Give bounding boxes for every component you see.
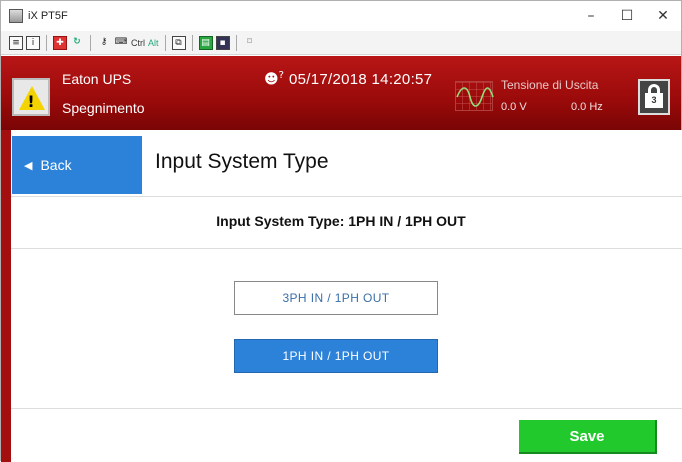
back-label: Back — [40, 157, 72, 173]
save-icon[interactable]: ▪ — [215, 35, 230, 50]
ctrl-key-button[interactable]: Ctrl — [131, 38, 145, 48]
lock-icon — [648, 84, 660, 96]
toolbar-separator — [90, 34, 91, 51]
output-frequency: 0.0 Hz — [571, 101, 603, 113]
output-voltage: 0.0 V — [501, 101, 527, 113]
window-title: iX PT5F — [28, 10, 68, 22]
toolbar-separator — [235, 34, 237, 51]
divider — [11, 196, 682, 197]
back-button[interactable]: ◀ Back — [12, 136, 142, 194]
toolbar-separator — [46, 34, 47, 51]
device-status: Spegnimento — [62, 100, 145, 116]
divider — [11, 408, 682, 409]
copy-icon[interactable]: ⧉ — [171, 35, 186, 50]
maximize-button[interactable]: ☐ — [609, 1, 645, 31]
nav-row: ◀ Back Input System Type — [11, 130, 682, 196]
keys-icon[interactable]: ⚷ — [97, 36, 111, 50]
refresh-icon[interactable]: ↻ — [70, 36, 84, 50]
app-window: iX PT5F – ☐ ✕ ≡ i ✚ ↻ ⚷ ⌨ Ctrl Alt ⧉ ▤ ▪… — [0, 0, 682, 462]
toolbar-separator — [164, 34, 166, 51]
main-content: ◀ Back Input System Type Input System Ty… — [11, 130, 682, 462]
app-icon — [9, 9, 23, 23]
title-bar: iX PT5F – ☐ ✕ — [1, 1, 681, 31]
print-icon[interactable]: ▤ — [198, 35, 213, 50]
alarm-user-icon[interactable]: ☻? — [264, 70, 284, 88]
page-title: Input System Type — [155, 150, 329, 173]
properties-icon[interactable]: ≡ — [9, 35, 23, 50]
alt-key-button[interactable]: Alt — [148, 38, 159, 48]
alarm-badge: ? — [278, 70, 284, 81]
save-button[interactable]: Save — [519, 420, 657, 454]
toolbar-separator — [191, 34, 193, 51]
status-header: ! Eaton UPS Spegnimento ☻? 05/17/2018 14… — [1, 56, 681, 130]
sine-wave-icon — [455, 81, 494, 111]
frame-border — [1, 130, 11, 462]
lock-button[interactable]: 3 — [638, 79, 670, 115]
network-icon[interactable]: ✚ — [53, 35, 67, 50]
warning-mark: ! — [27, 92, 35, 111]
close-button[interactable]: ✕ — [645, 1, 681, 31]
option-1ph-in-1ph-out-button[interactable]: 1PH IN / 1PH OUT — [234, 339, 438, 373]
warning-button[interactable]: ! — [12, 78, 50, 116]
divider — [11, 248, 682, 249]
option-3ph-in-1ph-out-button[interactable]: 3PH IN / 1PH OUT — [234, 281, 438, 315]
minimize-button[interactable]: – — [573, 1, 609, 31]
device-name: Eaton UPS — [62, 71, 132, 87]
current-setting-text: Input System Type: 1PH IN / 1PH OUT — [216, 213, 466, 229]
back-arrow-icon: ◀ — [24, 158, 33, 172]
info-icon[interactable]: i — [26, 35, 40, 50]
toolbar: ≡ i ✚ ↻ ⚷ ⌨ Ctrl Alt ⧉ ▤ ▪ ⌑ — [1, 31, 681, 55]
keyboard-icon[interactable]: ⌨ — [114, 36, 128, 50]
window-icon[interactable]: ⌑ — [243, 36, 257, 50]
datetime: 05/17/2018 14:20:57 — [289, 71, 433, 88]
window-controls: – ☐ ✕ — [573, 1, 681, 31]
output-label: Tensione di Uscita — [501, 78, 599, 92]
